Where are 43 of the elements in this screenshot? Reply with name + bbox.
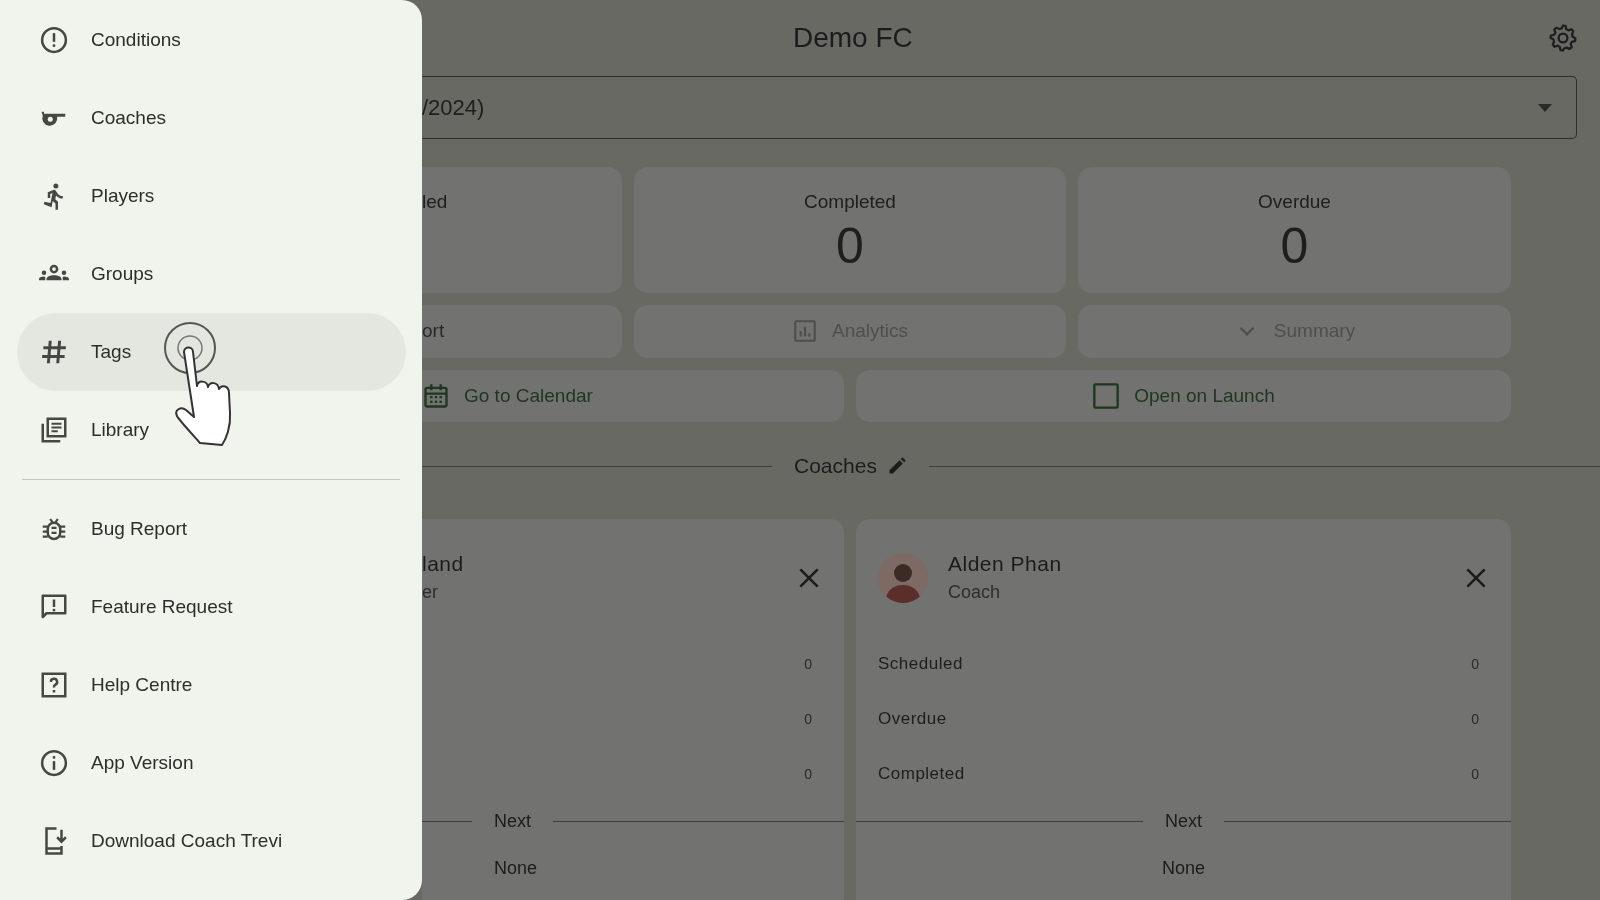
settings-icon[interactable] (1548, 23, 1578, 54)
dropdown-caret-icon (1538, 103, 1552, 112)
bar-chart-icon (792, 318, 818, 345)
drawer-item[interactable]: Bug Report (17, 490, 406, 568)
drawer-item[interactable]: Help Centre (17, 646, 406, 724)
stat-value: 0 (804, 711, 812, 728)
drawer-item[interactable]: Tags (17, 313, 406, 391)
drawer-item[interactable]: Library (17, 391, 406, 469)
stat-label: Scheduled (878, 654, 963, 675)
stat-label: Completed (804, 191, 896, 214)
alert-circle-icon (39, 25, 69, 55)
stat-label: Completed (878, 764, 965, 785)
section-heading: Coaches (794, 454, 877, 479)
stat-label: Overdue (878, 709, 947, 730)
drawer-item[interactable]: Download Coach Trevi (17, 802, 406, 880)
library-icon (39, 415, 69, 445)
coach-role: er (422, 582, 439, 604)
stat-label: Overdue (1258, 191, 1331, 214)
drawer-item[interactable]: Feature Request (17, 568, 406, 646)
stat-value: 0 (804, 656, 812, 673)
help-icon (39, 670, 69, 700)
stat-value: 0 (1471, 711, 1479, 728)
stat-value: 0 (1471, 656, 1479, 673)
app-title: Demo FC (793, 22, 914, 55)
stat-label: led (422, 191, 448, 214)
next-value: None (493, 857, 539, 879)
info-icon (39, 748, 69, 778)
coach-name: Alden Phan (948, 552, 1063, 577)
stat-value: 0 (1471, 766, 1479, 783)
drawer-item[interactable]: Players (17, 157, 406, 235)
coach-name: land (422, 552, 465, 577)
stat-value: 0 (1280, 217, 1309, 276)
drawer-item[interactable]: Conditions (17, 1, 406, 79)
stat-value: 0 (804, 766, 812, 783)
coach-role: Coach (948, 582, 1002, 604)
drawer-item[interactable]: Groups (17, 235, 406, 313)
drawer-item[interactable]: App Version (17, 724, 406, 802)
next-heading: Next (494, 811, 531, 833)
stat-value: 0 (836, 217, 864, 276)
drawer-item[interactable]: Coaches (17, 79, 406, 157)
calendar-icon (422, 381, 450, 410)
next-heading: Next (1165, 811, 1202, 833)
next-value: None (1161, 857, 1206, 879)
